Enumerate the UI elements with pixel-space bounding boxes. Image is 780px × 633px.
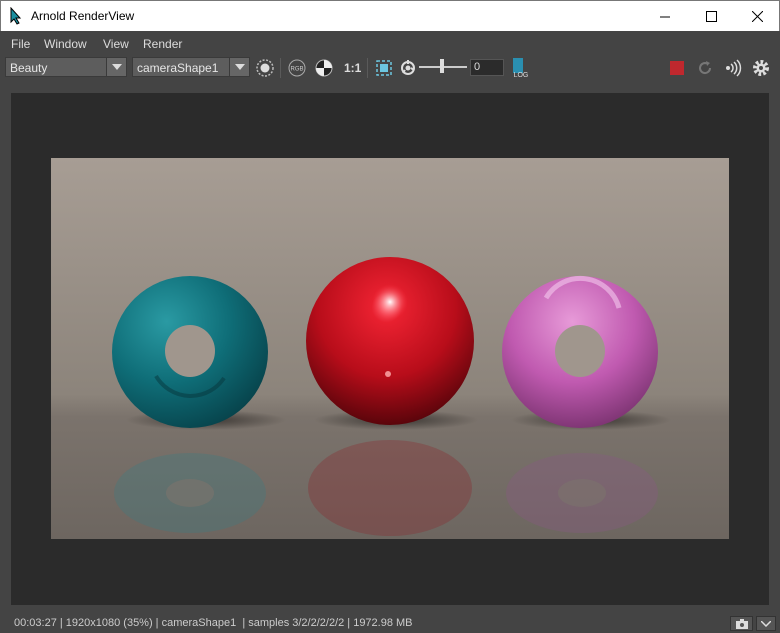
- refresh-render-button[interactable]: [694, 57, 716, 79]
- ipr-button[interactable]: [722, 57, 744, 79]
- camera-dropdown[interactable]: cameraShape1: [132, 57, 250, 77]
- render-image: [51, 158, 729, 539]
- refresh-icon: [699, 61, 712, 75]
- settings-button[interactable]: [750, 57, 772, 79]
- ipr-icon: [726, 59, 742, 77]
- aov-dropdown[interactable]: Beauty: [5, 57, 127, 77]
- rgb-button[interactable]: RGB: [286, 57, 308, 79]
- minimize-button[interactable]: [642, 1, 688, 32]
- expand-button[interactable]: [756, 616, 776, 631]
- crop-region-button[interactable]: [373, 57, 395, 79]
- chevron-down-icon: [106, 58, 126, 76]
- maximize-icon: [705, 11, 717, 22]
- exposure-field[interactable]: 0: [470, 59, 504, 76]
- gear-icon: [753, 60, 769, 76]
- menu-render[interactable]: Render: [143, 37, 182, 51]
- maximize-button[interactable]: [688, 1, 734, 32]
- menu-window[interactable]: Window: [44, 37, 87, 51]
- chevron-down-icon: [761, 620, 771, 627]
- radial-icon: [256, 59, 274, 77]
- rgb-icon: RGB: [288, 59, 306, 77]
- log-button[interactable]: LOG: [508, 57, 530, 79]
- alpha-button[interactable]: [313, 57, 335, 79]
- magenta-torus: [502, 275, 658, 428]
- camera-selected: cameraShape1: [137, 61, 219, 75]
- menu-bar: File Window View Render: [0, 31, 780, 55]
- svg-text:RGB: RGB: [290, 67, 303, 73]
- camera-icon: [735, 618, 748, 629]
- arnold-icon: [10, 7, 22, 25]
- log-icon: LOG: [513, 58, 529, 79]
- toolbar: Beauty cameraShape1 RGB 1:1 LOG: [0, 55, 780, 81]
- exposure-slider-handle[interactable]: [440, 59, 444, 73]
- snapshot-button[interactable]: [730, 616, 753, 631]
- status-bar: 00:03:27 | 1920x1080 (35%) | cameraShape…: [0, 614, 780, 633]
- minimize-icon: [659, 16, 670, 18]
- title-bar: Arnold RenderView: [0, 0, 780, 31]
- teal-torus: [112, 276, 268, 428]
- stop-render-button[interactable]: [666, 57, 688, 79]
- aperture-icon: [401, 60, 415, 75]
- menu-view[interactable]: View: [103, 37, 129, 51]
- ratio-button[interactable]: 1:1: [344, 61, 361, 75]
- checker-icon: [315, 59, 333, 77]
- exposure-button[interactable]: [397, 57, 419, 79]
- toolbar-separator: [367, 58, 368, 78]
- crop-region-icon: [376, 60, 392, 76]
- menu-file[interactable]: File: [11, 37, 30, 51]
- close-icon: [751, 11, 763, 22]
- display-settings-button[interactable]: [254, 57, 276, 79]
- stop-icon: [670, 61, 684, 75]
- svg-text:LOG: LOG: [514, 72, 529, 79]
- chevron-down-icon: [229, 58, 249, 76]
- status-text: 00:03:27 | 1920x1080 (35%) | cameraShape…: [14, 617, 413, 629]
- aov-selected: Beauty: [10, 61, 48, 75]
- toolbar-separator: [280, 58, 281, 78]
- close-button[interactable]: [734, 1, 780, 32]
- red-sphere: [306, 257, 474, 425]
- window-title: Arnold RenderView: [31, 9, 135, 23]
